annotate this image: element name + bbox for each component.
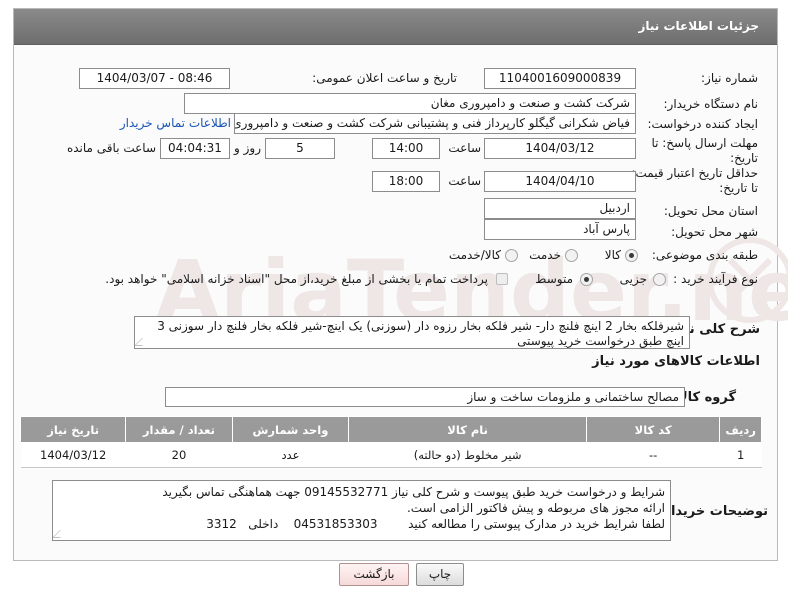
goods-table: ردیف کد کالا نام کالا واحد شمارش تعداد /… <box>19 416 762 468</box>
panel-header: جزئیات اطلاعات نیاز <box>14 9 777 45</box>
category-label: طبقه بندی موضوعی: <box>651 248 758 262</box>
buyer-org-label: نام دستگاه خریدار: <box>663 97 759 111</box>
price-validity-time-label: ساعت <box>448 174 481 188</box>
buyer-org-field[interactable]: شرکت کشت و صنعت و دامپروری مغان <box>184 93 636 114</box>
resize-grip-icon[interactable] <box>53 530 68 538</box>
need-number-label: شماره نیاز: <box>701 71 758 85</box>
requester-field[interactable]: فیاض شکرانی گیگلو کارپرداز فنی و پشتیبان… <box>234 113 636 134</box>
need-number-field[interactable]: 1104001609000839 <box>484 68 636 89</box>
category-option-goods-service: کالا/خدمت <box>448 248 501 262</box>
col-item-name: نام کالا <box>348 416 587 443</box>
back-button[interactable]: بازگشت <box>339 563 409 586</box>
buyer-notes-label: توضیحات خریدار: <box>658 504 768 519</box>
delivery-province-label: استان محل تحویل: <box>663 204 758 218</box>
buyer-contact-link[interactable]: اطلاعات تماس خریدار <box>120 116 231 130</box>
buyer-notes-line-2: ارائه مجوز های مربوطه و پیش فاکتور الزام… <box>406 501 665 515</box>
general-desc-textarea[interactable]: شیرفلکه بخار 2 اینچ فلنچ دار- شیر فلکه ب… <box>134 316 690 349</box>
col-need-date: تاریخ نیاز <box>19 416 127 443</box>
price-validity-time-field[interactable]: 18:00 <box>372 171 440 192</box>
col-unit: واحد شمارش <box>231 416 350 443</box>
price-validity-date-field[interactable]: 1404/04/10 <box>484 171 636 192</box>
process-type-label: نوع فرآیند خرید : <box>673 272 758 286</box>
remaining-time-field[interactable]: 04:04:31 <box>160 138 230 159</box>
process-radio-medium[interactable] <box>580 273 593 286</box>
col-row-number: ردیف <box>719 416 762 443</box>
reply-days-field[interactable]: 5 <box>265 138 335 159</box>
panel-title: جزئیات اطلاعات نیاز <box>638 19 759 33</box>
price-validity-label-line2: تا تاریخ: <box>719 181 758 195</box>
reply-deadline-time-label: ساعت <box>448 141 481 155</box>
cell-unit: عدد <box>232 442 349 468</box>
category-option-service: خدمت <box>529 248 561 262</box>
col-quantity: تعداد / مقدار <box>125 416 233 443</box>
process-option-minor: جزیی <box>619 272 647 286</box>
cell-row-number: 1 <box>719 442 762 468</box>
reply-deadline-time-field[interactable]: 14:00 <box>372 138 440 159</box>
reply-days-label: روز و <box>234 141 261 155</box>
reply-deadline-date-field[interactable]: 1404/03/12 <box>484 138 636 159</box>
goods-group-field[interactable]: مصالح ساختمانی و ملزومات ساخت و ساز <box>165 387 685 407</box>
resize-grip-icon[interactable] <box>135 338 150 346</box>
treasury-payment-checkbox[interactable] <box>496 273 508 285</box>
cell-need-date: 1404/03/12 <box>20 442 126 468</box>
process-radio-minor[interactable] <box>653 273 666 286</box>
remaining-time-label: ساعت باقی مانده <box>66 141 156 155</box>
table-row[interactable]: 1 -- شیر مخلوط (دو حالته) عدد 20 1404/03… <box>20 442 762 468</box>
reply-deadline-label-line2: تاریخ: <box>730 151 758 165</box>
col-item-code: کد کالا <box>585 416 721 443</box>
process-option-medium: متوسط <box>535 272 573 286</box>
treasury-payment-note: پرداخت تمام یا بخشی از مبلغ خرید،از محل … <box>105 272 488 286</box>
print-button[interactable]: چاپ <box>416 563 464 586</box>
cell-item-code: -- <box>586 442 720 468</box>
buyer-notes-line-3: لطفا شرایط خرید در مدارک پیوستی را مطالع… <box>206 517 665 531</box>
category-option-goods: کالا <box>604 248 621 262</box>
price-validity-label-line1: حداقل تاریخ اعتبار قیمت: <box>631 166 758 180</box>
category-radio-service[interactable] <box>565 249 578 262</box>
cell-quantity: 20 <box>125 442 233 468</box>
reply-deadline-label-line1: مهلت ارسال پاسخ: تا <box>651 136 758 150</box>
goods-section-title: اطلاعات کالاهای مورد نیاز <box>592 354 760 369</box>
goods-table-header: ردیف کد کالا نام کالا واحد شمارش تعداد /… <box>19 416 762 443</box>
announce-datetime-field[interactable]: 1404/03/07 - 08:46 <box>79 68 230 89</box>
general-desc-text: شیرفلکه بخار 2 اینچ فلنچ دار- شیر فلکه ب… <box>157 319 684 348</box>
requester-label: ایجاد کننده درخواست: <box>647 117 758 131</box>
announce-datetime-label: تاریخ و ساعت اعلان عمومی: <box>312 71 457 85</box>
buyer-notes-textarea[interactable]: شرایط و درخواست خرید طبق پیوست و شرح کلی… <box>52 480 671 541</box>
delivery-city-field[interactable]: پارس آباد <box>484 219 636 240</box>
buyer-notes-line-1: شرایط و درخواست خرید طبق پیوست و شرح کلی… <box>162 485 665 499</box>
cell-item-name: شیر مخلوط (دو حالته) <box>348 442 587 468</box>
delivery-city-label: شهر محل تحویل: <box>671 225 758 239</box>
category-radio-goods[interactable] <box>625 249 638 262</box>
delivery-province-field[interactable]: اردبیل <box>484 198 636 219</box>
category-radio-goods-service[interactable] <box>505 249 518 262</box>
